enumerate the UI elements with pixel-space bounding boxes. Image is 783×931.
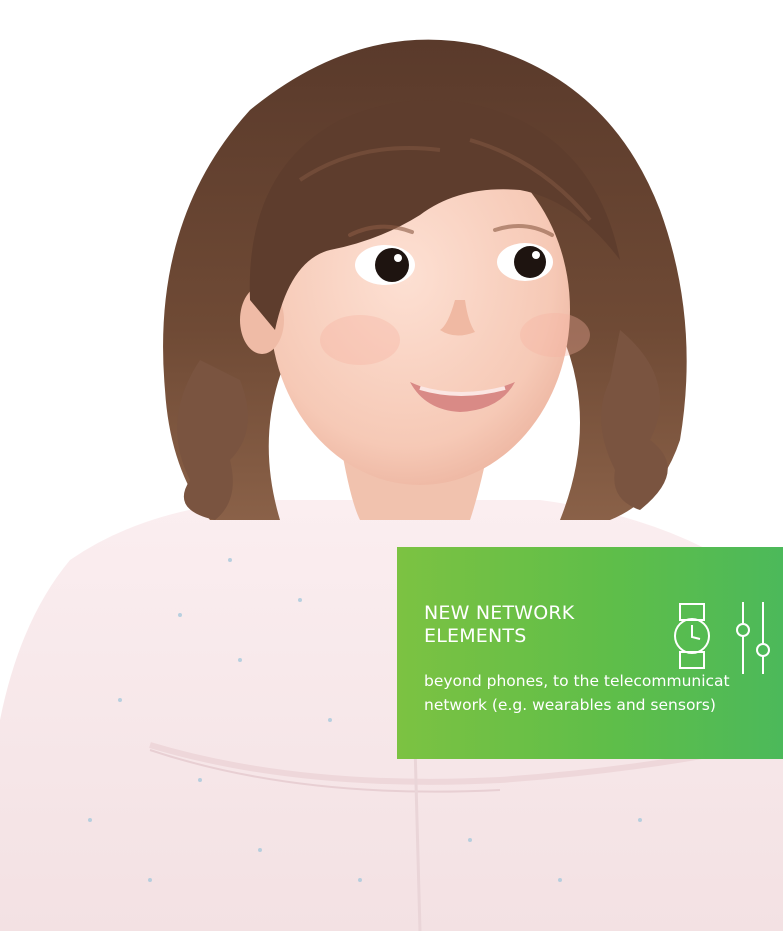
- info-card: NEW NETWORK ELEMENTS beyond phones, to t…: [397, 547, 783, 759]
- smartwatch-icon: [674, 603, 710, 669]
- card-title: NEW NETWORK ELEMENTS: [424, 602, 644, 648]
- child-photo: [0, 39, 783, 931]
- card-body: beyond phones, to the telecommunicat net…: [424, 669, 783, 717]
- card-title-line: ELEMENTS: [424, 625, 527, 647]
- card-title-line: NEW NETWORK: [424, 602, 575, 624]
- card-body-line: network (e.g. wearables and sensors): [424, 696, 716, 714]
- sliders-icon: [736, 602, 770, 674]
- card-body-line: beyond phones, to the telecommunicat: [424, 672, 730, 690]
